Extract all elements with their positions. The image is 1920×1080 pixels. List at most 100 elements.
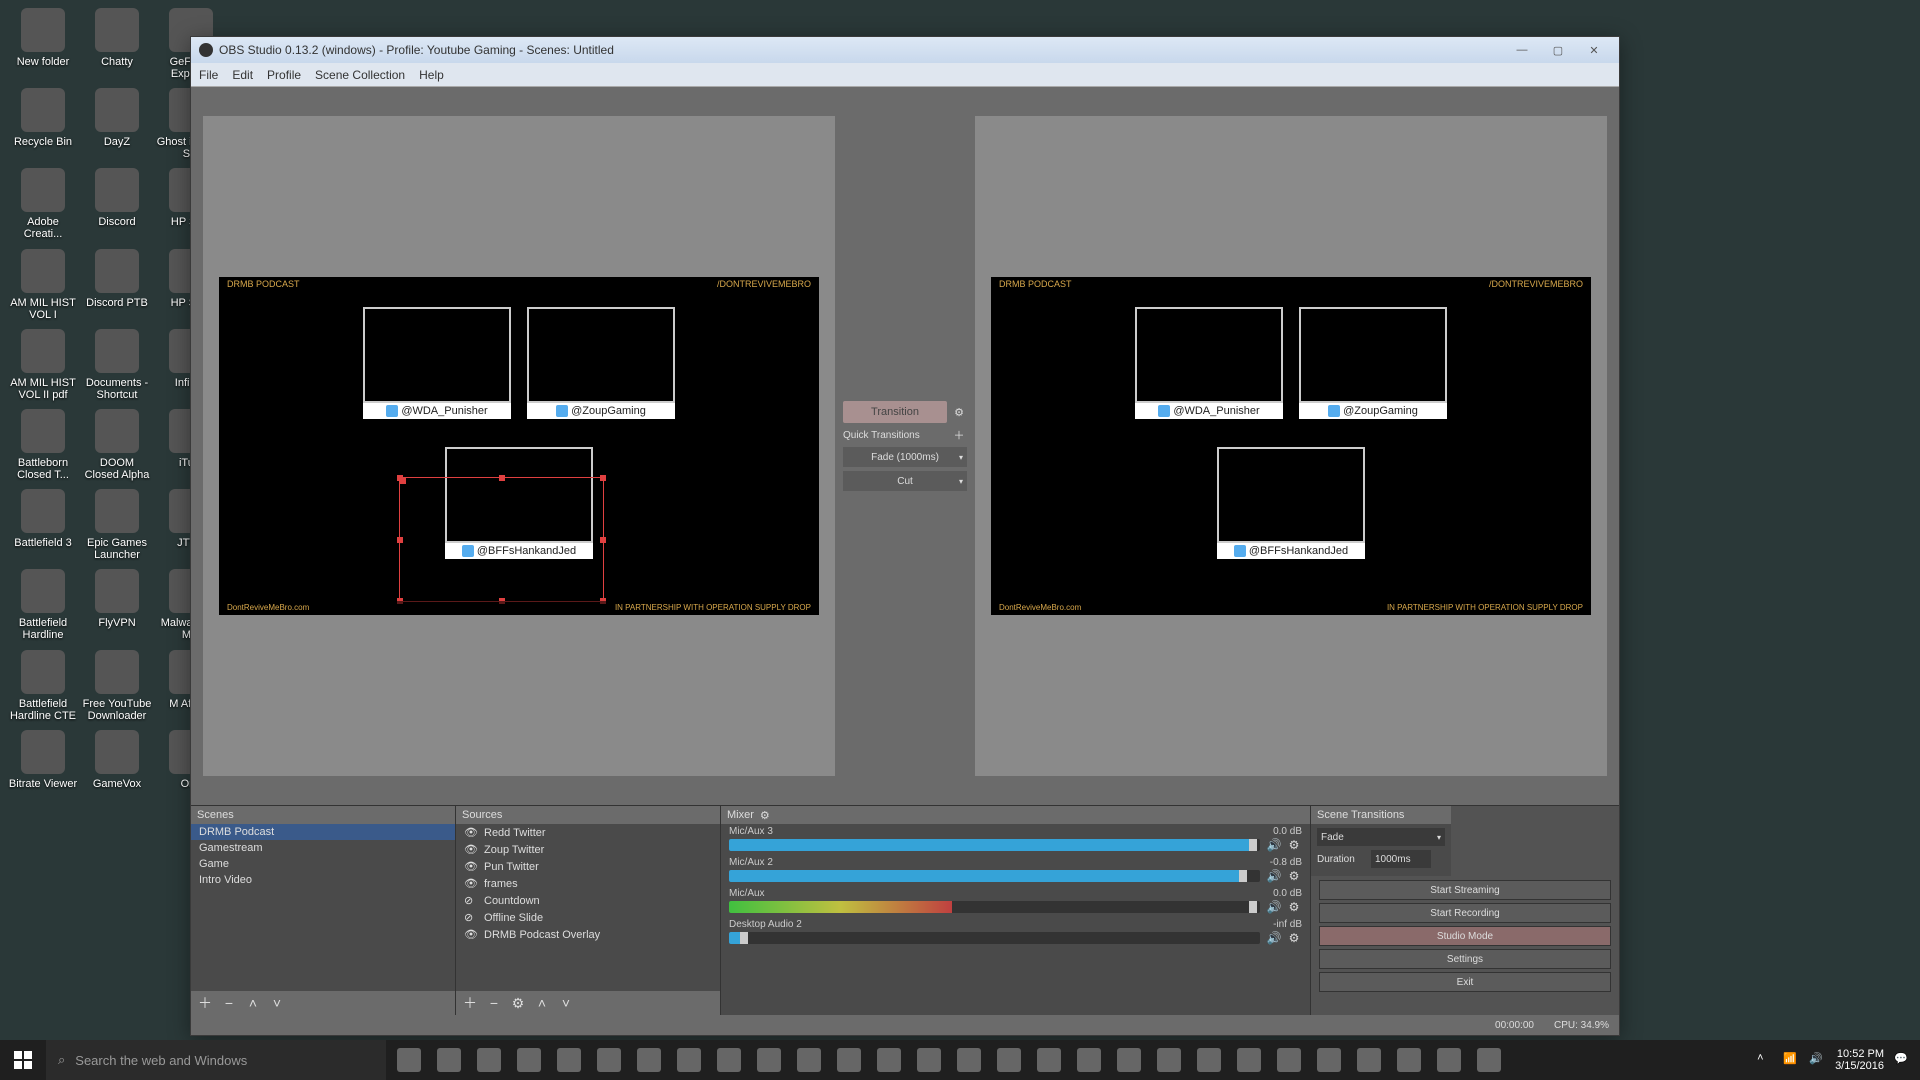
volume-slider[interactable] — [1249, 901, 1257, 913]
channel-settings-icon[interactable]: ⚙ — [1286, 837, 1302, 853]
menu-edit[interactable]: Edit — [232, 68, 253, 82]
desktop-icon[interactable]: Documents - Shortcut — [82, 329, 152, 401]
scene-item[interactable]: Game — [191, 856, 455, 872]
taskbar-app[interactable] — [1190, 1040, 1228, 1080]
visibility-icon[interactable]: 👁 — [464, 860, 478, 873]
taskbar-app[interactable] — [550, 1040, 588, 1080]
tray-network-icon[interactable]: 📶 — [1783, 1052, 1799, 1068]
desktop-icon[interactable]: DOOM Closed Alpha — [82, 409, 152, 481]
close-button[interactable]: ✕ — [1577, 40, 1611, 60]
desktop-icon[interactable]: AM MIL HIST VOL II pdf — [8, 329, 78, 401]
desktop-icon[interactable]: DayZ — [82, 88, 152, 160]
source-item[interactable]: 👁Zoup Twitter — [456, 841, 720, 858]
desktop-icon[interactable]: FlyVPN — [82, 569, 152, 641]
desktop-icon[interactable]: Epic Games Launcher — [82, 489, 152, 561]
mute-icon[interactable]: 🔊 — [1266, 868, 1282, 884]
studio-mode-button[interactable]: Studio Mode — [1319, 926, 1611, 946]
visibility-icon[interactable]: 👁 — [464, 877, 478, 890]
remove-scene-icon[interactable]: − — [221, 995, 237, 1011]
taskbar-app[interactable] — [1390, 1040, 1428, 1080]
scene-up-icon[interactable]: ˄ — [245, 995, 261, 1011]
menu-help[interactable]: Help — [419, 68, 444, 82]
taskbar-app[interactable] — [1430, 1040, 1468, 1080]
source-settings-icon[interactable]: ⚙ — [510, 995, 526, 1011]
exit-button[interactable]: Exit — [1319, 972, 1611, 992]
desktop-icon[interactable]: Battlefield 3 — [8, 489, 78, 561]
visibility-icon[interactable]: ⊘ — [464, 894, 478, 907]
desktop-icon[interactable]: GameVox — [82, 730, 152, 790]
mute-icon[interactable]: 🔊 — [1266, 899, 1282, 915]
settings-button[interactable]: Settings — [1319, 949, 1611, 969]
tray-clock[interactable]: 10:52 PM 3/15/2016 — [1835, 1048, 1884, 1072]
transition-option-2[interactable]: Cut — [843, 471, 967, 491]
scenes-list[interactable]: DRMB PodcastGamestreamGameIntro Video — [191, 824, 455, 991]
taskbar-app[interactable] — [990, 1040, 1028, 1080]
duration-input[interactable] — [1371, 850, 1431, 868]
taskbar-app[interactable] — [510, 1040, 548, 1080]
transition-settings-icon[interactable]: ⚙ — [951, 404, 967, 420]
minimize-button[interactable]: — — [1505, 40, 1539, 60]
taskbar-app[interactable] — [1350, 1040, 1388, 1080]
desktop-icon[interactable]: Discord PTB — [82, 249, 152, 321]
menu-file[interactable]: File — [199, 68, 218, 82]
taskbar-app[interactable] — [790, 1040, 828, 1080]
source-up-icon[interactable]: ˄ — [534, 995, 550, 1011]
mixer-settings-icon[interactable]: ⚙ — [760, 809, 770, 822]
add-source-icon[interactable]: ＋ — [462, 995, 478, 1011]
source-item[interactable]: 👁Pun Twitter — [456, 858, 720, 875]
taskbar-app[interactable] — [430, 1040, 468, 1080]
preview-edit[interactable]: DRMB PODCAST /DONTREVIVEMEBRO @WDA_Punis… — [203, 116, 835, 776]
taskbar-app[interactable] — [590, 1040, 628, 1080]
taskbar-app[interactable] — [1150, 1040, 1188, 1080]
desktop-icon[interactable]: Discord — [82, 168, 152, 240]
channel-settings-icon[interactable]: ⚙ — [1286, 868, 1302, 884]
source-down-icon[interactable]: ˅ — [558, 995, 574, 1011]
volume-slider[interactable] — [1249, 839, 1257, 851]
taskbar-app[interactable] — [1030, 1040, 1068, 1080]
system-tray[interactable]: ˄ 📶 🔊 10:52 PM 3/15/2016 💬 — [1747, 1048, 1920, 1072]
visibility-icon[interactable]: 👁 — [464, 928, 478, 941]
volume-slider[interactable] — [1239, 870, 1247, 882]
scene-down-icon[interactable]: ˅ — [269, 995, 285, 1011]
desktop-icon[interactable]: AM MIL HIST VOL I — [8, 249, 78, 321]
transition-option-1[interactable]: Fade (1000ms) — [843, 447, 967, 467]
cam-1[interactable]: @WDA_Punisher — [363, 307, 511, 419]
taskbar-app[interactable] — [390, 1040, 428, 1080]
source-item[interactable]: ⊘Countdown — [456, 892, 720, 909]
remove-source-icon[interactable]: − — [486, 995, 502, 1011]
scene-item[interactable]: Intro Video — [191, 872, 455, 888]
desktop-icon[interactable]: New folder — [8, 8, 78, 80]
desktop-icon[interactable]: Chatty — [82, 8, 152, 80]
visibility-icon[interactable]: 👁 — [464, 826, 478, 839]
volume-slider[interactable] — [740, 932, 748, 944]
taskbar-app[interactable] — [1270, 1040, 1308, 1080]
transition-button[interactable]: Transition — [843, 401, 947, 423]
maximize-button[interactable]: ▢ — [1541, 40, 1575, 60]
mute-icon[interactable]: 🔊 — [1266, 930, 1282, 946]
cam-3[interactable]: @BFFsHankandJed — [445, 447, 593, 559]
tray-volume-icon[interactable]: 🔊 — [1809, 1052, 1825, 1068]
add-transition-icon[interactable]: ＋ — [951, 427, 967, 443]
desktop-icon[interactable]: Recycle Bin — [8, 88, 78, 160]
add-scene-icon[interactable]: ＋ — [197, 995, 213, 1011]
taskbar-app[interactable] — [670, 1040, 708, 1080]
taskbar-app[interactable] — [750, 1040, 788, 1080]
taskbar-app[interactable] — [710, 1040, 748, 1080]
source-item[interactable]: 👁Redd Twitter — [456, 824, 720, 841]
taskbar-app[interactable] — [910, 1040, 948, 1080]
menu-scene-collection[interactable]: Scene Collection — [315, 68, 405, 82]
desktop-icon[interactable]: Bitrate Viewer — [8, 730, 78, 790]
desktop-icon[interactable]: Battlefield Hardline — [8, 569, 78, 641]
tray-chevron-icon[interactable]: ˄ — [1757, 1052, 1773, 1068]
taskbar-app[interactable] — [1310, 1040, 1348, 1080]
taskbar-app[interactable] — [1070, 1040, 1108, 1080]
taskbar-app[interactable] — [630, 1040, 668, 1080]
preview-edit-canvas[interactable]: DRMB PODCAST /DONTREVIVEMEBRO @WDA_Punis… — [219, 277, 819, 615]
desktop-icon[interactable]: Free YouTube Downloader — [82, 650, 152, 722]
taskbar-app[interactable] — [950, 1040, 988, 1080]
scene-item[interactable]: DRMB Podcast — [191, 824, 455, 840]
source-item[interactable]: 👁DRMB Podcast Overlay — [456, 926, 720, 943]
search-box[interactable]: ⌕ Search the web and Windows — [46, 1040, 386, 1080]
menu-profile[interactable]: Profile — [267, 68, 301, 82]
source-item[interactable]: ⊘Offline Slide — [456, 909, 720, 926]
